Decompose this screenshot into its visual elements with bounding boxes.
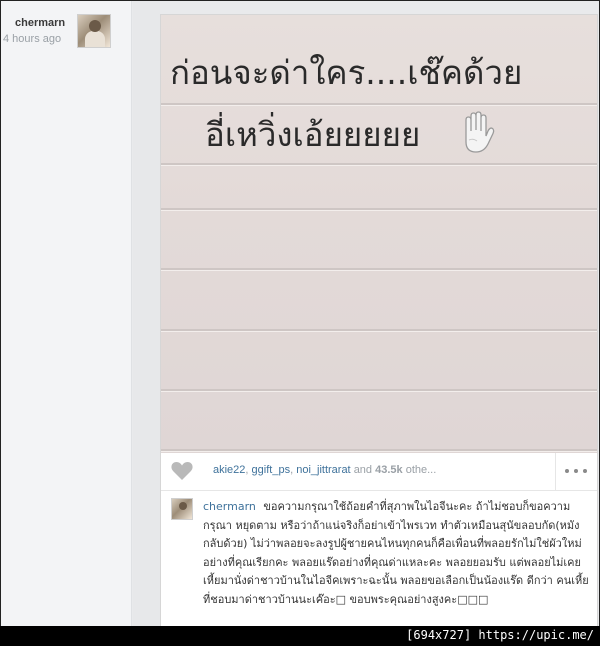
action-bar: akie22, ggift_ps, noi_jittrarat and 43.5…	[161, 453, 597, 491]
likes-and: and	[353, 464, 373, 476]
more-dot-icon	[583, 469, 587, 473]
image-text-line-1: ก่อนจะด่าใคร....เช๊คด้วย	[170, 53, 523, 92]
ruled-line	[161, 449, 597, 451]
ruled-line	[161, 103, 597, 105]
caption-text: ขอความกรุณาใช้ถ้อยคำที่สุภาพในไอจีนะคะ ถ…	[203, 500, 589, 606]
more-dot-icon	[574, 469, 578, 473]
author-username[interactable]: chermarn	[15, 17, 65, 29]
liker-link[interactable]: noi_jittrarat	[296, 464, 350, 476]
more-dot-icon	[565, 469, 569, 473]
gutter	[133, 1, 160, 626]
likes-summary: akie22, ggift_ps, noi_jittrarat and 43.5…	[213, 464, 437, 476]
likes-others[interactable]: othe...	[406, 464, 437, 476]
ruled-line	[161, 163, 597, 165]
more-options-button[interactable]	[563, 463, 589, 479]
ruled-line	[161, 329, 597, 331]
caption-username[interactable]: chermarn	[203, 500, 256, 513]
caption: chermarn ขอความกรุณาใช้ถ้อยคำที่สุภาพในไ…	[161, 492, 597, 626]
author-column: chermarn 4 hours ago	[1, 1, 132, 626]
ruled-line	[161, 208, 597, 210]
author-avatar[interactable]	[77, 14, 111, 48]
post-timestamp[interactable]: 4 hours ago	[3, 33, 61, 45]
heart-icon[interactable]	[171, 461, 193, 481]
likes-count[interactable]: 43.5k	[375, 464, 403, 476]
liker-link[interactable]: ggift_ps	[252, 464, 291, 476]
action-divider	[555, 453, 556, 491]
watermark-bar: [694x727] https://upic.me/	[0, 626, 600, 646]
caption-avatar[interactable]	[171, 498, 193, 520]
liker-link[interactable]: akie22	[213, 464, 245, 476]
ruled-line	[161, 268, 597, 270]
caption-body: chermarn ขอความกรุณาใช้ถ้อยคำที่สุภาพในไ…	[203, 498, 591, 609]
ruled-line	[161, 389, 597, 391]
post-card: ก่อนจะด่าใคร....เช๊คด้วย อี่เหวิ่งเอ้ยยย…	[160, 14, 598, 626]
image-text-line-2: อี่เหวิ่งเอ้ยยยยย	[205, 115, 421, 154]
post-image[interactable]: ก่อนจะด่าใคร....เช๊คด้วย อี่เหวิ่งเอ้ยยย…	[161, 15, 597, 453]
raised-hand-icon	[465, 111, 495, 153]
watermark-text: [694x727] https://upic.me/	[406, 628, 594, 642]
